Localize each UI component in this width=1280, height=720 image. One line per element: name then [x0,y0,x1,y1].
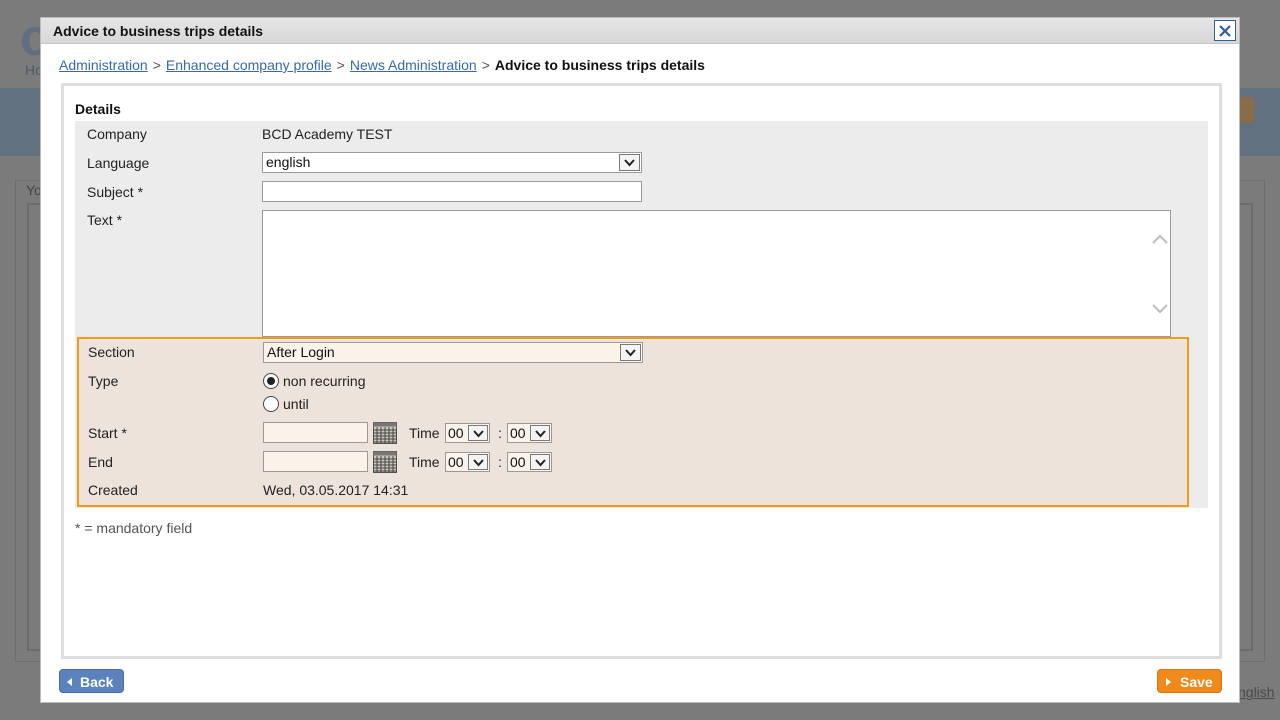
end-minute-value: 00 [510,454,526,470]
details-dialog: Advice to business trips details Adminis… [40,17,1240,703]
language-label: Language [87,155,150,171]
section-label: Section [88,344,135,360]
text-label: Text * [87,212,123,228]
start-minute-select[interactable]: 00 [507,423,552,443]
start-hour-select[interactable]: 00 [445,423,490,443]
company-value: BCD Academy TEST [262,126,393,142]
radio-non-recurring[interactable] [263,373,279,389]
end-time-label: Time [409,454,440,470]
subject-label: Subject * [87,184,144,200]
end-hour-value: 00 [448,454,464,470]
dialog-titlebar: Advice to business trips details [41,18,1239,44]
arrow-left-icon [67,678,72,686]
end-hour-select[interactable]: 00 [445,452,490,472]
chevron-down-icon [620,344,641,361]
end-label: End [88,454,113,470]
radio-until-label: until [283,396,309,412]
type-label: Type [88,373,119,389]
close-icon [1219,25,1231,37]
chevron-down-icon [530,425,550,441]
start-minute-value: 00 [510,425,526,441]
end-minute-select[interactable]: 00 [507,452,552,472]
section-select[interactable]: After Login [263,342,643,363]
breadcrumb: Administration > Enhanced company profile >… [59,57,705,73]
breadcrumb-separator: > [152,57,161,73]
start-date-input[interactable] [263,422,368,443]
save-button-label: Save [1180,674,1213,690]
chevron-down-icon [619,154,640,171]
end-time-separator: : [498,454,502,470]
arrow-right-icon [1166,678,1171,686]
mandatory-footnote: * = mandatory field [75,520,193,536]
start-label: Start * [88,425,127,441]
start-time-separator: : [498,425,502,441]
chevron-down-icon [468,425,488,441]
section-select-value: After Login [267,344,335,360]
breadcrumb-separator: > [336,57,345,73]
save-button[interactable]: Save [1157,669,1222,693]
breadcrumb-link-news-administration[interactable]: News Administration [350,57,477,73]
radio-until[interactable] [263,396,279,412]
company-label: Company [87,126,147,142]
details-panel: Details Company BCD Academy TEST Languag… [61,83,1222,659]
section-title: Details [75,101,121,117]
schedule-section: Section After Login Type non recurring u… [77,337,1189,507]
back-button[interactable]: Back [59,669,124,693]
calendar-icon[interactable] [373,422,397,444]
close-button[interactable] [1214,20,1236,41]
calendar-icon[interactable] [373,451,397,473]
start-hour-value: 00 [448,425,464,441]
back-button-label: Back [80,674,114,690]
breadcrumb-link-enhanced-company-profile[interactable]: Enhanced company profile [166,57,332,73]
created-label: Created [88,482,138,498]
end-date-input[interactable] [263,451,368,472]
chevron-down-icon [468,454,488,470]
background-language-link: nglish [1238,684,1275,700]
start-time-label: Time [409,425,440,441]
subject-input[interactable] [262,181,642,202]
scroll-down-icon[interactable] [1151,301,1169,317]
dialog-title: Advice to business trips details [53,23,264,39]
breadcrumb-current: Advice to business trips details [494,57,705,73]
language-select-value: english [266,154,311,170]
radio-non-recurring-label: non recurring [283,373,366,389]
breadcrumb-separator: > [481,57,490,73]
breadcrumb-link-administration[interactable]: Administration [59,57,148,73]
created-value: Wed, 03.05.2017 14:31 [263,482,409,498]
text-textarea[interactable] [262,210,1171,337]
chevron-down-icon [530,454,550,470]
language-select[interactable]: english [262,152,642,173]
scroll-up-icon[interactable] [1151,231,1169,247]
